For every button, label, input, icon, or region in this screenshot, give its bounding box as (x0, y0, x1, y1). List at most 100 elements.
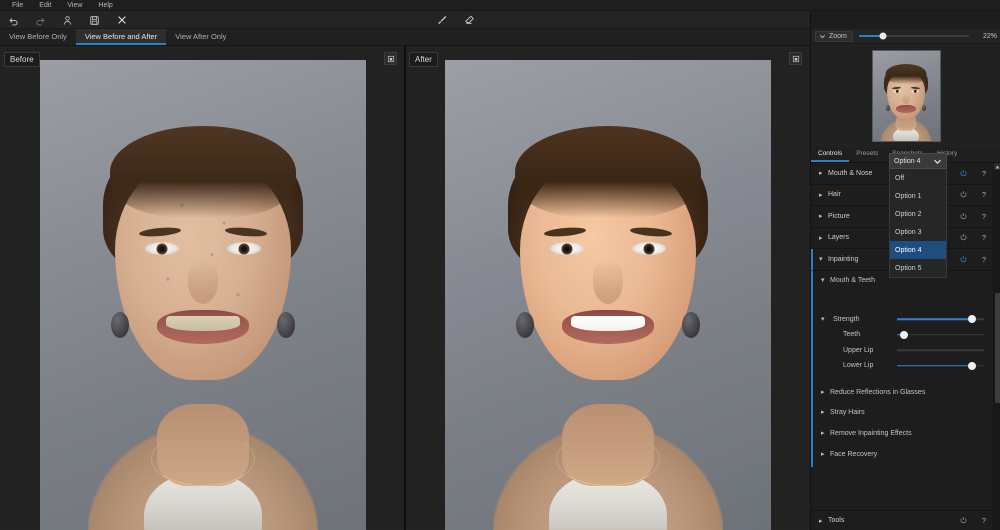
slider-handle-strength[interactable] (967, 315, 976, 324)
scrollbar-thumb[interactable] (994, 293, 1000, 403)
image-canvas[interactable]: Before After (0, 46, 810, 530)
slider-teeth[interactable] (897, 328, 984, 342)
section-stray-hairs[interactable]: ▸ Stray Hairs (813, 402, 994, 423)
option-item-2[interactable]: Option 2 (890, 205, 946, 223)
tab-controls[interactable]: Controls (811, 147, 850, 162)
section-label: Remove Inpainting Effects (830, 429, 912, 437)
zoom-slider[interactable] (858, 30, 969, 42)
option-dropdown-button[interactable]: Option 4 (889, 153, 947, 169)
power-toggle-layers[interactable] (952, 233, 974, 242)
option-dropdown-value: Option 4 (894, 157, 921, 165)
chevron-right-icon: ▸ (821, 409, 825, 416)
chevron-right-icon: ▸ (819, 234, 823, 242)
before-pane[interactable]: Before (0, 46, 405, 530)
menu-item-file[interactable]: File (4, 0, 31, 11)
section-reduce-reflections-in-glasses[interactable]: ▸ Reduce Reflections in Glasses (813, 383, 994, 402)
chevron-right-icon: ▸ (819, 517, 823, 525)
person-button[interactable] (54, 11, 81, 29)
tools-label: Tools (828, 517, 845, 524)
menu-item-edit[interactable]: Edit (31, 0, 59, 11)
slider-lower-lip[interactable] (897, 359, 984, 373)
save-button[interactable] (81, 11, 108, 29)
chevron-down-icon: ▾ (821, 277, 825, 284)
tab-view-before-only[interactable]: View Before Only (0, 29, 76, 45)
slider-row-strength: ▾ Strength (813, 312, 994, 328)
close-icon (116, 14, 128, 26)
after-image (445, 60, 771, 530)
slider-handle-teeth[interactable] (899, 330, 908, 339)
chevron-down-icon (819, 33, 826, 40)
snapshot-icon (792, 55, 800, 63)
toolbar-left-group (0, 11, 135, 29)
scroll-up-button[interactable] (994, 163, 1000, 170)
option-item-5[interactable]: Option 5 (890, 259, 946, 277)
zoom-bar: Zoom 22% (811, 29, 1000, 44)
help-hair[interactable]: ? (974, 190, 994, 199)
tab-view-before-and-after[interactable]: View Before and After (75, 29, 167, 45)
menu-item-view[interactable]: View (59, 0, 90, 11)
after-pane[interactable]: After (405, 46, 810, 530)
section-label: Stray Hairs (830, 408, 865, 416)
brush-button[interactable] (428, 11, 455, 29)
help-inpainting[interactable]: ? (974, 255, 994, 264)
slider-strength[interactable] (897, 312, 984, 326)
slider-row-teeth: Teeth (813, 327, 994, 343)
option-item-off[interactable]: Off (890, 169, 946, 187)
chevron-right-icon: ▸ (821, 451, 825, 458)
chevron-right-icon: ▸ (819, 191, 823, 199)
subsection-label: Mouth & Teeth (830, 276, 876, 284)
chevron-down-icon (933, 157, 942, 166)
slider-row-upper-lip: Upper Lip (813, 343, 994, 359)
option-item-4[interactable]: Option 4 (890, 241, 946, 259)
eraser-icon (463, 14, 475, 26)
help-layers[interactable]: ? (974, 233, 994, 242)
right-sidebar: Zoom 22% Controls Presets History ▸ Mout… (810, 11, 1000, 530)
tab-view-after-only[interactable]: View After Only (166, 29, 235, 45)
tab-presets[interactable]: Presets (849, 147, 885, 162)
chevron-right-icon: ▸ (819, 170, 823, 178)
help-tools[interactable]: ? (974, 516, 994, 525)
save-icon (89, 15, 100, 26)
inpainting-body: ▾ Mouth & Teeth ▾ Strength Teeth Upper L… (811, 270, 994, 467)
navigator-thumbnail[interactable] (871, 49, 941, 142)
lower-lip-label: Lower Lip (843, 362, 874, 370)
power-toggle-tools[interactable] (952, 516, 974, 525)
chevron-down-icon: ▾ (821, 316, 825, 324)
zoom-panel-toggle[interactable]: Zoom (815, 30, 853, 42)
brush-icon (436, 14, 448, 26)
section-face-recovery[interactable]: ▸ Face Recovery (813, 444, 994, 465)
section-remove-inpainting-effects[interactable]: ▸ Remove Inpainting Effects (813, 423, 994, 444)
slider-upper-lip[interactable] (897, 343, 984, 357)
undo-button[interactable] (0, 11, 27, 29)
close-button[interactable] (108, 11, 135, 29)
zoom-slider-handle[interactable] (879, 32, 887, 40)
help-mouth-and-nose[interactable]: ? (974, 169, 994, 178)
before-label[interactable]: Before (4, 52, 40, 67)
after-snapshot-button[interactable] (789, 52, 802, 65)
section-tools[interactable]: ▸ Tools ? (811, 510, 994, 530)
after-label[interactable]: After (409, 52, 438, 67)
sidebar-scrollbar[interactable] (993, 163, 1000, 530)
before-snapshot-button[interactable] (384, 52, 397, 65)
section-label: Face Recovery (830, 450, 878, 458)
redo-button[interactable] (27, 11, 54, 29)
navigator-panel[interactable] (811, 44, 1000, 147)
power-toggle-hair[interactable] (952, 190, 974, 199)
option-item-3[interactable]: Option 3 (890, 223, 946, 241)
help-picture[interactable]: ? (974, 212, 994, 221)
option-dropdown-list: Off Option 1 Option 2 Option 3 Option 4 … (889, 169, 947, 278)
power-toggle-mouth-and-nose[interactable] (952, 169, 974, 178)
option-dropdown[interactable]: Option 4 Off Option 1 Option 2 Option 3 … (889, 153, 947, 278)
before-image (40, 60, 366, 530)
eraser-button[interactable] (455, 11, 482, 29)
person-icon (62, 15, 73, 26)
power-toggle-inpainting[interactable] (952, 255, 974, 264)
strength-group-label[interactable]: ▾ Strength (813, 315, 897, 324)
power-toggle-picture[interactable] (952, 212, 974, 221)
option-item-1[interactable]: Option 1 (890, 187, 946, 205)
view-mode-tabs: View Before Only View Before and After V… (0, 29, 810, 46)
chevron-right-icon: ▸ (819, 213, 823, 221)
upper-lip-label: Upper Lip (843, 346, 874, 354)
slider-handle-lower-lip[interactable] (967, 361, 976, 370)
menu-item-help[interactable]: Help (90, 0, 120, 11)
